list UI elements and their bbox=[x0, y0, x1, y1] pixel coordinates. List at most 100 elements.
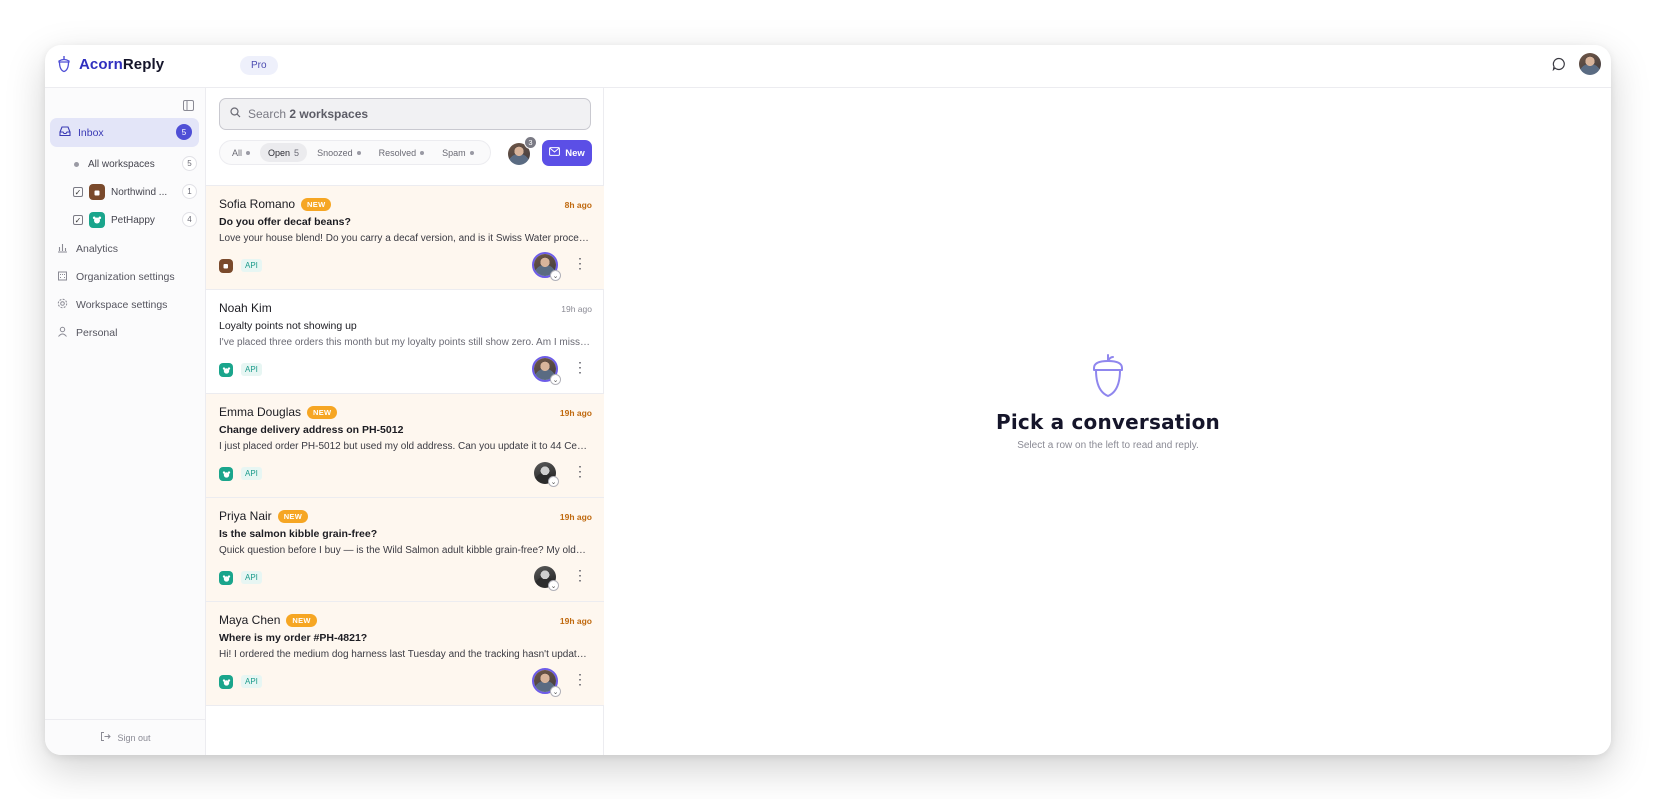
sidebar-item-label: All workspaces bbox=[88, 158, 155, 170]
tab-snoozed[interactable]: Snoozed bbox=[309, 143, 369, 162]
acorn-logo-icon bbox=[57, 55, 71, 73]
top-right-controls bbox=[1549, 53, 1601, 75]
bar-chart-icon bbox=[57, 242, 68, 256]
brand[interactable]: AcornReply bbox=[57, 55, 164, 73]
channel-badge: API bbox=[241, 467, 262, 480]
search-icon bbox=[230, 107, 241, 121]
row-name-wrap: Emma Douglas NEW bbox=[219, 405, 338, 419]
more-options-icon[interactable]: ⋮ bbox=[573, 672, 587, 686]
assignee-picker[interactable]: ⌄ bbox=[532, 668, 561, 697]
user-avatar[interactable] bbox=[1579, 53, 1601, 75]
sidebar-item-workspace-settings[interactable]: Workspace settings bbox=[57, 295, 167, 315]
assignee-picker[interactable]: ⌄ bbox=[532, 252, 561, 281]
dog-icon bbox=[89, 212, 105, 228]
person-icon bbox=[57, 326, 68, 340]
conversation-preview: I've placed three orders this month but … bbox=[219, 337, 591, 348]
new-badge: NEW bbox=[286, 613, 317, 627]
tab-spam[interactable]: Spam bbox=[434, 143, 482, 162]
count-badge: 1 bbox=[182, 184, 197, 199]
assignee-picker[interactable]: ⌄ bbox=[532, 356, 561, 385]
top-bar: AcornReply Pro bbox=[45, 45, 1611, 88]
sign-out-icon bbox=[100, 731, 112, 744]
customer-name: Sofia Romano bbox=[219, 197, 296, 211]
new-badge: NEW bbox=[277, 509, 309, 523]
sidebar-item-northwind[interactable]: ✓ Northwind ... 1 bbox=[73, 182, 197, 202]
dot-icon bbox=[74, 161, 79, 167]
more-options-icon[interactable]: ⋮ bbox=[573, 464, 587, 478]
conversation-preview: Hi! I ordered the medium dog harness las… bbox=[219, 649, 591, 660]
sidebar-item-all-workspaces[interactable]: All workspaces 5 bbox=[73, 154, 197, 174]
more-options-icon[interactable]: ⋮ bbox=[573, 360, 587, 374]
conversation-subject: Where is my order #PH-4821? bbox=[219, 632, 368, 644]
search-placeholder: Search 2 workspaces bbox=[248, 107, 369, 121]
collapse-sidebar-icon[interactable] bbox=[183, 98, 194, 116]
conversation-row[interactable]: Maya Chen NEW 19h ago Where is my order … bbox=[206, 602, 604, 706]
row-name-wrap: Priya Nair NEW bbox=[219, 509, 309, 523]
empty-state-title: Pick a conversation bbox=[996, 410, 1220, 434]
row-name-wrap: Maya Chen NEW bbox=[219, 613, 317, 627]
conversation-subject: Change delivery address on PH-5012 bbox=[219, 424, 404, 436]
inbox-count-badge: 5 bbox=[176, 124, 192, 140]
count-badge: 5 bbox=[182, 156, 197, 171]
timestamp: 8h ago bbox=[564, 200, 592, 210]
workspace-checkbox[interactable]: ✓ bbox=[73, 187, 83, 197]
assignee-picker[interactable]: ⌄ bbox=[532, 564, 559, 591]
building-icon bbox=[57, 270, 68, 284]
conversation-row[interactable]: Priya Nair NEW 19h ago Is the salmon kib… bbox=[206, 498, 604, 602]
timestamp: 19h ago bbox=[559, 616, 592, 626]
channel-badge: API bbox=[241, 675, 262, 688]
new-conversation-button[interactable]: New bbox=[542, 140, 592, 166]
status-filter-tabs: All Open 5 Snoozed Resolved Spam bbox=[219, 140, 491, 165]
sidebar-item-analytics[interactable]: Analytics bbox=[57, 239, 118, 259]
coffee-cup-icon bbox=[89, 184, 105, 200]
acorn-icon bbox=[1091, 353, 1125, 404]
timestamp: 19h ago bbox=[561, 304, 592, 314]
tab-open[interactable]: Open 5 bbox=[260, 143, 308, 162]
conversation-subject: Loyalty points not showing up bbox=[219, 320, 357, 332]
conversation-row[interactable]: Emma Douglas NEW 19h ago Change delivery… bbox=[206, 394, 604, 498]
assignee-picker[interactable]: ⌄ bbox=[532, 460, 559, 487]
new-badge: NEW bbox=[301, 197, 332, 211]
timestamp: 19h ago bbox=[559, 408, 592, 418]
sidebar-item-label: Northwind ... bbox=[111, 186, 168, 198]
sidebar-item-personal[interactable]: Personal bbox=[57, 323, 117, 343]
chevron-down-icon: ⌄ bbox=[548, 580, 559, 591]
more-options-icon[interactable]: ⋮ bbox=[573, 568, 587, 582]
sidebar-item-label: Organization settings bbox=[76, 271, 175, 283]
plan-badge: Pro bbox=[240, 56, 278, 75]
sidebar-item-organization-settings[interactable]: Organization settings bbox=[57, 267, 175, 287]
inbox-icon bbox=[59, 125, 71, 140]
chevron-down-icon: ⌄ bbox=[550, 686, 561, 697]
conversation-row[interactable]: Sofia Romano NEW 8h ago Do you offer dec… bbox=[206, 186, 604, 290]
gear-icon bbox=[57, 298, 68, 312]
app-window: AcornReply Pro Inbox 5 All workspaces 5 bbox=[45, 45, 1611, 755]
conversation-detail-pane: Pick a conversation Select a row on the … bbox=[605, 88, 1611, 755]
customer-name: Emma Douglas bbox=[219, 405, 302, 419]
new-badge: NEW bbox=[307, 405, 338, 419]
channel-badge: API bbox=[241, 259, 262, 272]
mail-icon bbox=[549, 147, 561, 159]
sidebar-item-pethappy[interactable]: ✓ PetHappy 4 bbox=[73, 210, 197, 230]
customer-name: Noah Kim bbox=[219, 301, 272, 315]
search-input[interactable]: Search 2 workspaces bbox=[219, 98, 591, 130]
empty-state: Pick a conversation Select a row on the … bbox=[605, 353, 1611, 451]
conversation-list-panel: Search 2 workspaces All Open 5 Snoozed Re… bbox=[206, 88, 604, 755]
tab-all[interactable]: All bbox=[224, 143, 258, 162]
conversation-row[interactable]: Noah Kim 19h ago Loyalty points not show… bbox=[206, 290, 604, 394]
sidebar-item-inbox[interactable]: Inbox 5 bbox=[50, 118, 199, 147]
dog-icon bbox=[219, 363, 233, 377]
more-options-icon[interactable]: ⋮ bbox=[573, 256, 587, 270]
chevron-down-icon: ⌄ bbox=[550, 270, 561, 281]
sign-out-label: Sign out bbox=[117, 732, 151, 743]
channel-badge: API bbox=[241, 363, 262, 376]
tab-resolved[interactable]: Resolved bbox=[371, 143, 433, 162]
dog-icon bbox=[219, 571, 233, 585]
brand-name: AcornReply bbox=[79, 55, 165, 73]
conversation-subject: Is the salmon kibble grain-free? bbox=[219, 528, 378, 540]
sidebar-item-label: PetHappy bbox=[111, 214, 155, 226]
conversation-list: Sofia Romano NEW 8h ago Do you offer dec… bbox=[206, 185, 604, 706]
workspace-checkbox[interactable]: ✓ bbox=[73, 215, 83, 225]
sidebar: Inbox 5 All workspaces 5 ✓ Northwind ...… bbox=[45, 88, 206, 755]
chat-bubble-icon[interactable] bbox=[1549, 54, 1569, 74]
sign-out-button[interactable]: Sign out bbox=[45, 719, 206, 755]
